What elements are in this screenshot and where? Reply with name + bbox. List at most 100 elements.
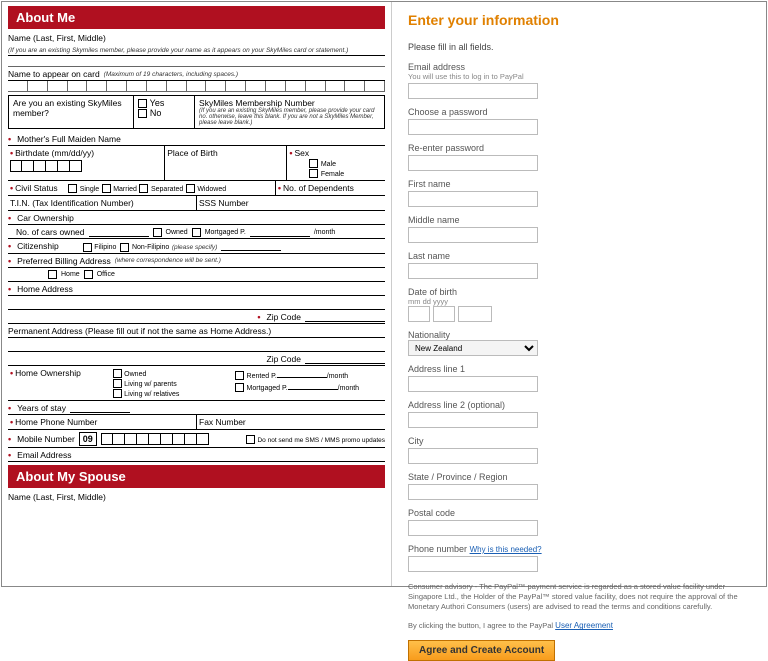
phone-label: Phone number Why is this needed? [408, 544, 750, 554]
last-name-label: Last name [408, 251, 750, 261]
mobile-label: Mobile Number [17, 434, 75, 444]
widowed-checkbox[interactable] [186, 184, 195, 193]
skymiles-no-checkbox[interactable] [138, 109, 147, 118]
city-label: City [408, 436, 750, 446]
state-label: State / Province / Region [408, 472, 750, 482]
zip-label: Zip Code [267, 312, 302, 322]
skymiles-hint: (If you are an existing SkyMiles member,… [199, 108, 380, 126]
nationality-select[interactable]: New Zealand [408, 340, 538, 356]
skymiles-yes-checkbox[interactable] [138, 99, 147, 108]
own-mortgaged-checkbox[interactable] [235, 383, 244, 392]
sms-opt-checkbox[interactable] [246, 435, 255, 444]
skymiles-question: Are you an existing SkyMiles member? [13, 98, 129, 118]
own-owned-checkbox[interactable] [113, 369, 122, 378]
single-checkbox[interactable] [68, 184, 77, 193]
sex-male-checkbox[interactable] [309, 159, 318, 168]
filipino-checkbox[interactable] [83, 243, 92, 252]
sex-label: Sex [294, 148, 309, 158]
birthdate-boxes[interactable] [10, 160, 82, 172]
home-addr-line[interactable] [8, 296, 385, 310]
middle-name-input[interactable] [408, 227, 538, 243]
separated-checkbox[interactable] [139, 184, 148, 193]
dependents-label: No. of Dependents [283, 183, 354, 193]
card-name-label: Name to appear on card [8, 69, 100, 79]
nationality-label: Nationality [408, 330, 750, 340]
addr1-label: Address line 1 [408, 364, 750, 374]
billing-label: Preferred Billing Address [17, 256, 111, 266]
first-name-input[interactable] [408, 191, 538, 207]
addr2-input[interactable] [408, 412, 538, 428]
card-name-boxes[interactable] [8, 81, 385, 92]
zip-label-2: Zip Code [267, 354, 302, 364]
about-me-header: About Me [8, 6, 385, 29]
place-birth-label: Place of Birth [167, 148, 218, 158]
first-name-label: First name [408, 179, 750, 189]
birthdate-label: Birthdate (mm/dd/yy) [15, 148, 94, 158]
perm-addr-label: Permanent Address (Please fill out if no… [8, 326, 271, 336]
zip-input-2[interactable] [305, 354, 385, 364]
email-label: Email address [408, 62, 750, 72]
card-name-hint: (Maximum of 19 characters, including spa… [104, 71, 238, 78]
reenter-password-label: Re-enter password [408, 143, 750, 153]
paypal-signup-form: Enter your information Please fill in al… [392, 2, 766, 586]
dob-label: Date of birth [408, 287, 750, 297]
email-input[interactable] [408, 83, 538, 99]
nonfilipino-checkbox[interactable] [120, 243, 129, 252]
home-phone-label: Home Phone Number [15, 417, 97, 427]
car-mortgaged-checkbox[interactable] [192, 228, 201, 237]
password-input[interactable] [408, 119, 538, 135]
form-title: Enter your information [408, 12, 750, 28]
about-me-form: About Me Name (Last, First, Middle) (If … [2, 2, 392, 586]
own-relatives-checkbox[interactable] [113, 389, 122, 398]
agree-create-button[interactable]: Agree and Create Account [408, 640, 555, 661]
home-addr-label: Home Address [17, 284, 73, 294]
addr1-input[interactable] [408, 376, 538, 392]
phone-input[interactable] [408, 556, 538, 572]
cars-owned-label: No. of cars owned [16, 227, 85, 237]
home-own-label: Home Ownership [15, 368, 81, 378]
postal-input[interactable] [408, 520, 538, 536]
dob-hint: mm dd yyyy [408, 297, 750, 306]
years-stay-input[interactable] [70, 403, 130, 413]
user-agreement-link[interactable]: User Agreement [555, 621, 613, 630]
tin-label: T.I.N. (Tax Identification Number) [10, 198, 134, 208]
mobile-boxes[interactable] [101, 433, 209, 445]
own-rented-checkbox[interactable] [235, 371, 244, 380]
fax-label: Fax Number [199, 417, 246, 427]
name-label: Name (Last, First, Middle) [8, 33, 106, 43]
fill-all-hint: Please fill in all fields. [408, 42, 750, 52]
state-input[interactable] [408, 484, 538, 500]
married-checkbox[interactable] [102, 184, 111, 193]
perm-addr-line[interactable] [8, 338, 385, 352]
email-label: Email Address [17, 450, 71, 460]
postal-label: Postal code [408, 508, 750, 518]
dob-mm-input[interactable] [408, 306, 430, 322]
spouse-name-label: Name (Last, First, Middle) [8, 492, 106, 502]
billing-office-checkbox[interactable] [84, 270, 93, 279]
why-needed-link[interactable]: Why is this needed? [470, 545, 542, 554]
sss-label: SSS Number [199, 198, 249, 208]
sex-female-checkbox[interactable] [309, 169, 318, 178]
reenter-password-input[interactable] [408, 155, 538, 171]
name-hint: (If you are an existing Skymiles member,… [8, 47, 348, 54]
middle-name-label: Middle name [408, 215, 750, 225]
name-input-row[interactable] [8, 56, 385, 67]
mother-maiden-label: Mother's Full Maiden Name [17, 134, 121, 144]
car-owned-checkbox[interactable] [153, 228, 162, 237]
agree-text: By clicking the button, I agree to the P… [408, 621, 748, 631]
cars-owned-input[interactable] [89, 227, 149, 237]
dob-dd-input[interactable] [433, 306, 455, 322]
zip-input[interactable] [305, 312, 385, 322]
last-name-input[interactable] [408, 263, 538, 279]
email-sublabel: You will use this to log in to PayPal [408, 72, 750, 81]
civil-label: Civil Status [15, 183, 58, 193]
mobile-prefix: 09 [79, 432, 97, 446]
own-parents-checkbox[interactable] [113, 379, 122, 388]
skymiles-num-label: SkyMiles Membership Number [199, 98, 380, 108]
billing-home-checkbox[interactable] [48, 270, 57, 279]
citizenship-label: Citizenship [17, 241, 59, 251]
dob-yyyy-input[interactable] [458, 306, 492, 322]
consumer-advisory: Consumer advisory - The PayPal™ payment … [408, 582, 748, 611]
city-input[interactable] [408, 448, 538, 464]
addr2-label: Address line 2 (optional) [408, 400, 750, 410]
